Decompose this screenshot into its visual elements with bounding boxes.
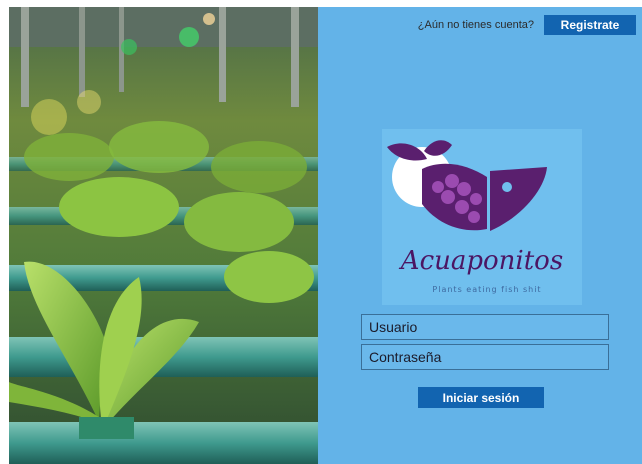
brand-name: Acuaponitos [399, 246, 563, 276]
no-account-text: ¿Aún no tienes cuenta? [417, 19, 534, 31]
logo-graphic: Acuaponitos Plants eating fish shit [387, 140, 563, 294]
tagline: Plants eating fish shit [432, 285, 541, 294]
acuaponitos-logo: Acuaponitos Plants eating fish shit [382, 129, 582, 305]
hydroponics-photo [9, 7, 318, 464]
signup-button[interactable]: Registrate [544, 15, 636, 35]
login-panel: ¿Aún no tienes cuenta? Registrate Acuapo… [318, 7, 642, 464]
password-input[interactable] [361, 344, 609, 370]
login-button[interactable]: Iniciar sesión [418, 387, 544, 408]
username-input[interactable] [361, 314, 609, 340]
hydroponics-image [9, 7, 318, 464]
